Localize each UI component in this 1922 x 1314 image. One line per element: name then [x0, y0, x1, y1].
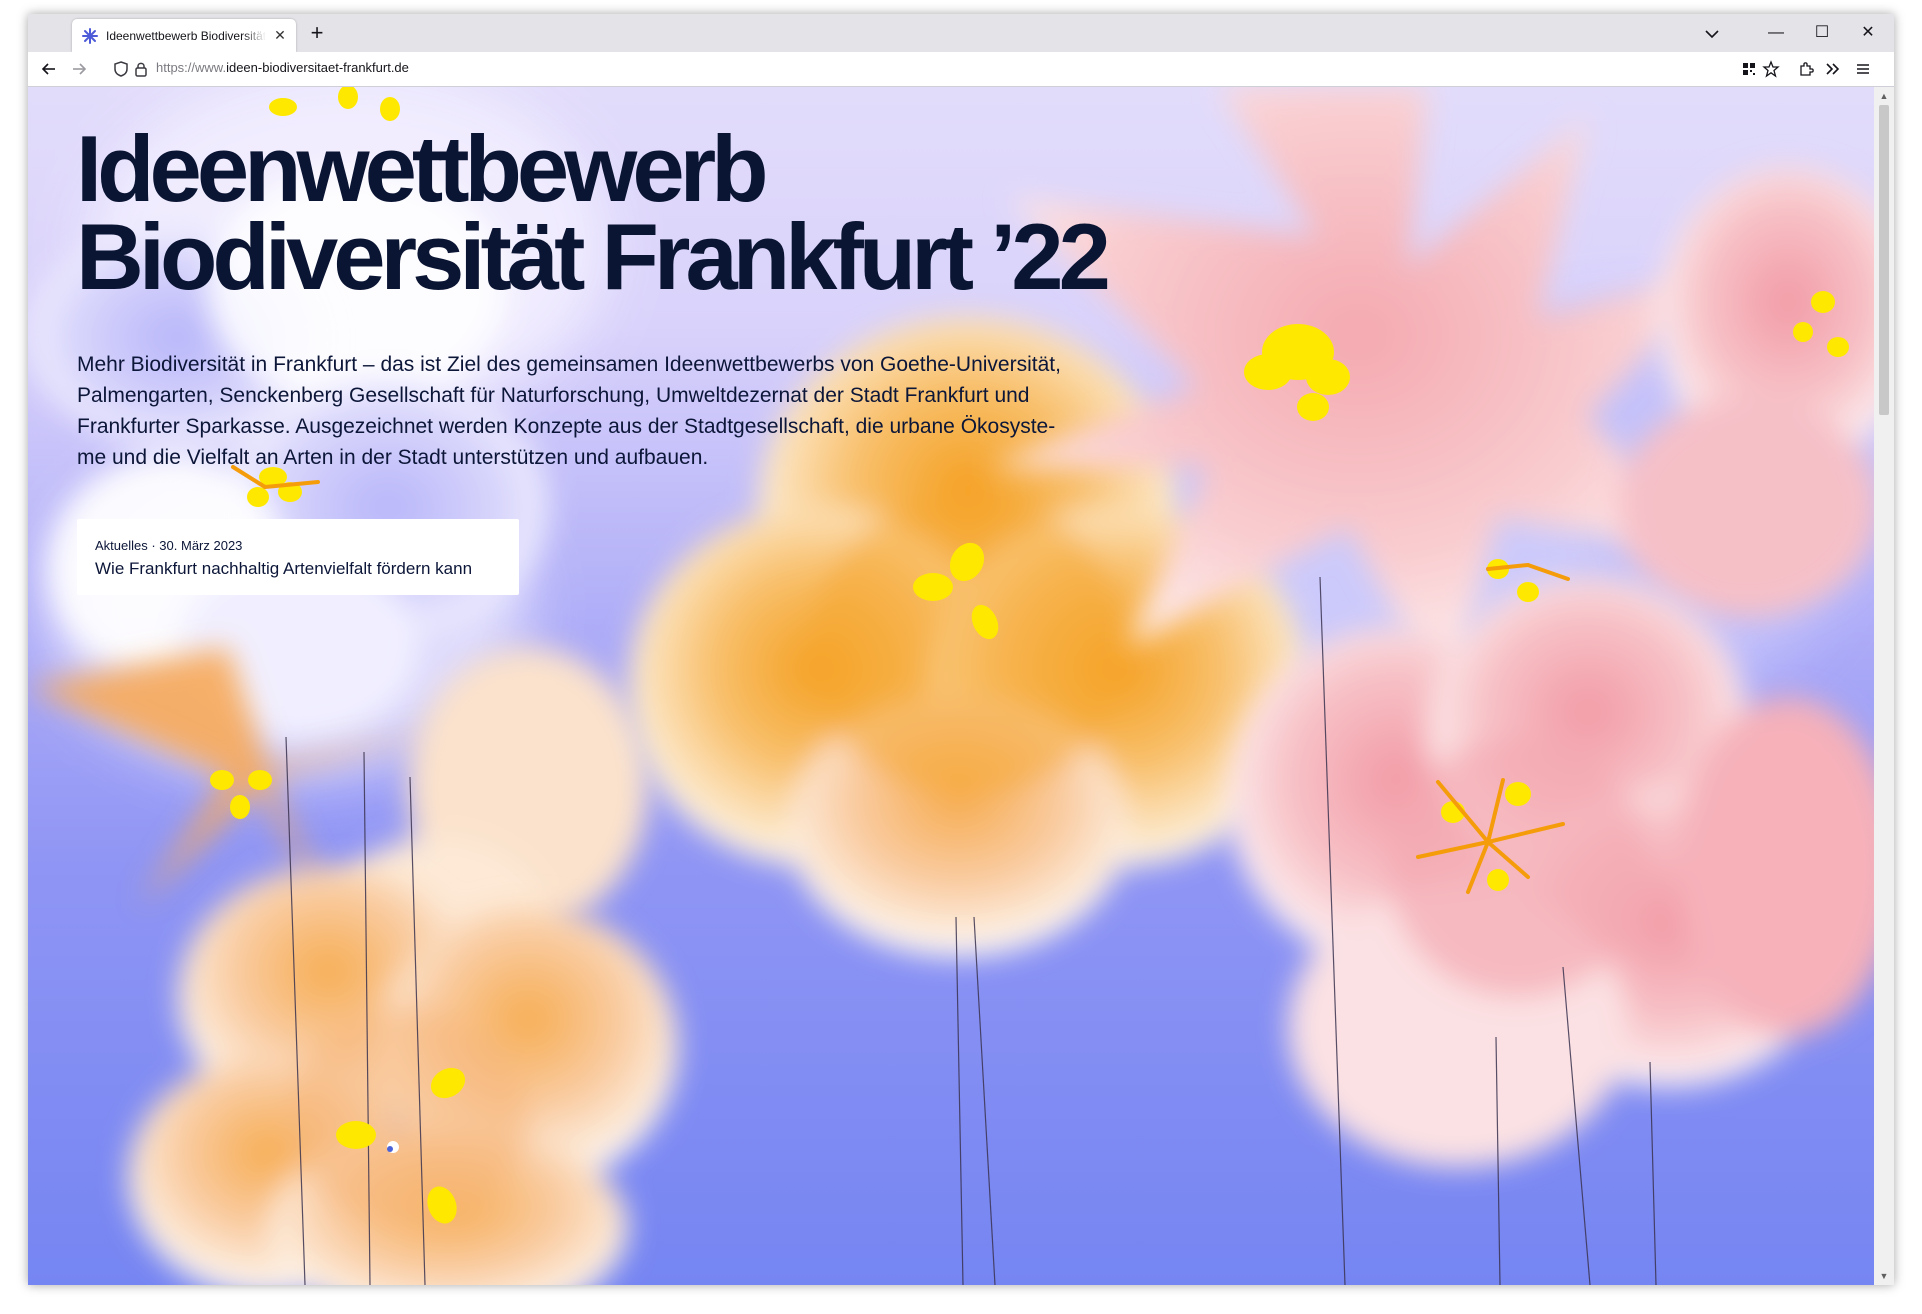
list-all-tabs-chevron-icon[interactable]	[1702, 24, 1722, 44]
news-meta: Aktuelles · 30. März 2023	[95, 538, 243, 553]
active-tab[interactable]: Ideenwettbewerb Biodiversität F ✕	[72, 19, 296, 52]
tab-strip: Ideenwettbewerb Biodiversität F ✕ + — ☐ …	[28, 14, 1894, 52]
extensions-icon[interactable]	[1797, 60, 1815, 78]
tab-title: Ideenwettbewerb Biodiversität F	[106, 28, 266, 43]
intro-paragraph: Mehr Biodiversität in Frankfurt – das is…	[77, 349, 1177, 473]
maximize-button[interactable]: ☐	[1810, 22, 1834, 44]
intro-line-2: Palmengarten, Senckenberg Gesellschaft f…	[77, 384, 1030, 407]
new-tab-button[interactable]: +	[304, 21, 330, 47]
url-bar[interactable]: https://www.ideen-biodiversitaet-frankfu…	[156, 60, 409, 75]
url-protocol: https://www.	[156, 60, 227, 75]
scroll-up-arrow-icon[interactable]: ▲	[1878, 91, 1890, 101]
back-icon[interactable]	[40, 60, 58, 78]
navigation-toolbar: https://www.ideen-biodiversitaet-frankfu…	[28, 52, 1894, 87]
intro-line-1: Mehr Biodiversität in Frankfurt – das is…	[77, 353, 1061, 376]
page-scrollbar[interactable]: ▲ ▼	[1874, 87, 1894, 1285]
intro-line-4: me und die Vielfalt an Arten in der Stad…	[77, 446, 709, 469]
qr-icon[interactable]	[1740, 60, 1758, 78]
bookmark-star-icon[interactable]	[1762, 60, 1780, 78]
favicon-asterisk-icon	[82, 27, 98, 44]
lock-icon[interactable]	[132, 60, 150, 78]
tab-close-icon[interactable]: ✕	[272, 27, 288, 44]
forward-icon[interactable]	[70, 60, 88, 78]
hero-title: Ideenwettbewerb Biodiversität Frankfurt …	[76, 116, 1111, 309]
hero-title-line-2: Biodiversität Frankfurt ’22	[76, 204, 1111, 309]
minimize-button[interactable]: —	[1764, 22, 1788, 44]
page-viewport: Ideenwettbewerb Biodiversität Frankfurt …	[28, 87, 1874, 1285]
shield-icon[interactable]	[112, 60, 130, 78]
menu-icon[interactable]	[1854, 60, 1872, 78]
scrollbar-thumb[interactable]	[1879, 105, 1889, 415]
hero-title-line-1: Ideenwettbewerb	[76, 116, 769, 221]
browser-window: Ideenwettbewerb Biodiversität F ✕ + — ☐ …	[28, 14, 1894, 1285]
flower-right-pink	[1228, 577, 1874, 1167]
overflow-chevron-icon[interactable]	[1824, 60, 1842, 78]
scroll-down-arrow-icon[interactable]: ▼	[1878, 1271, 1890, 1281]
news-headline-link[interactable]: Wie Frankfurt nachhaltig Artenvielfalt f…	[95, 559, 472, 579]
flower-bottom-peach	[128, 867, 678, 1285]
url-host: ideen-biodiversitaet-frankfurt.de	[226, 60, 409, 75]
news-teaser-card[interactable]: Aktuelles · 30. März 2023 Wie Frankfurt …	[77, 519, 519, 595]
close-window-button[interactable]: ✕	[1856, 22, 1880, 44]
intro-line-3: Frankfurter Sparkasse. Ausgezeichnet wer…	[77, 415, 1056, 438]
